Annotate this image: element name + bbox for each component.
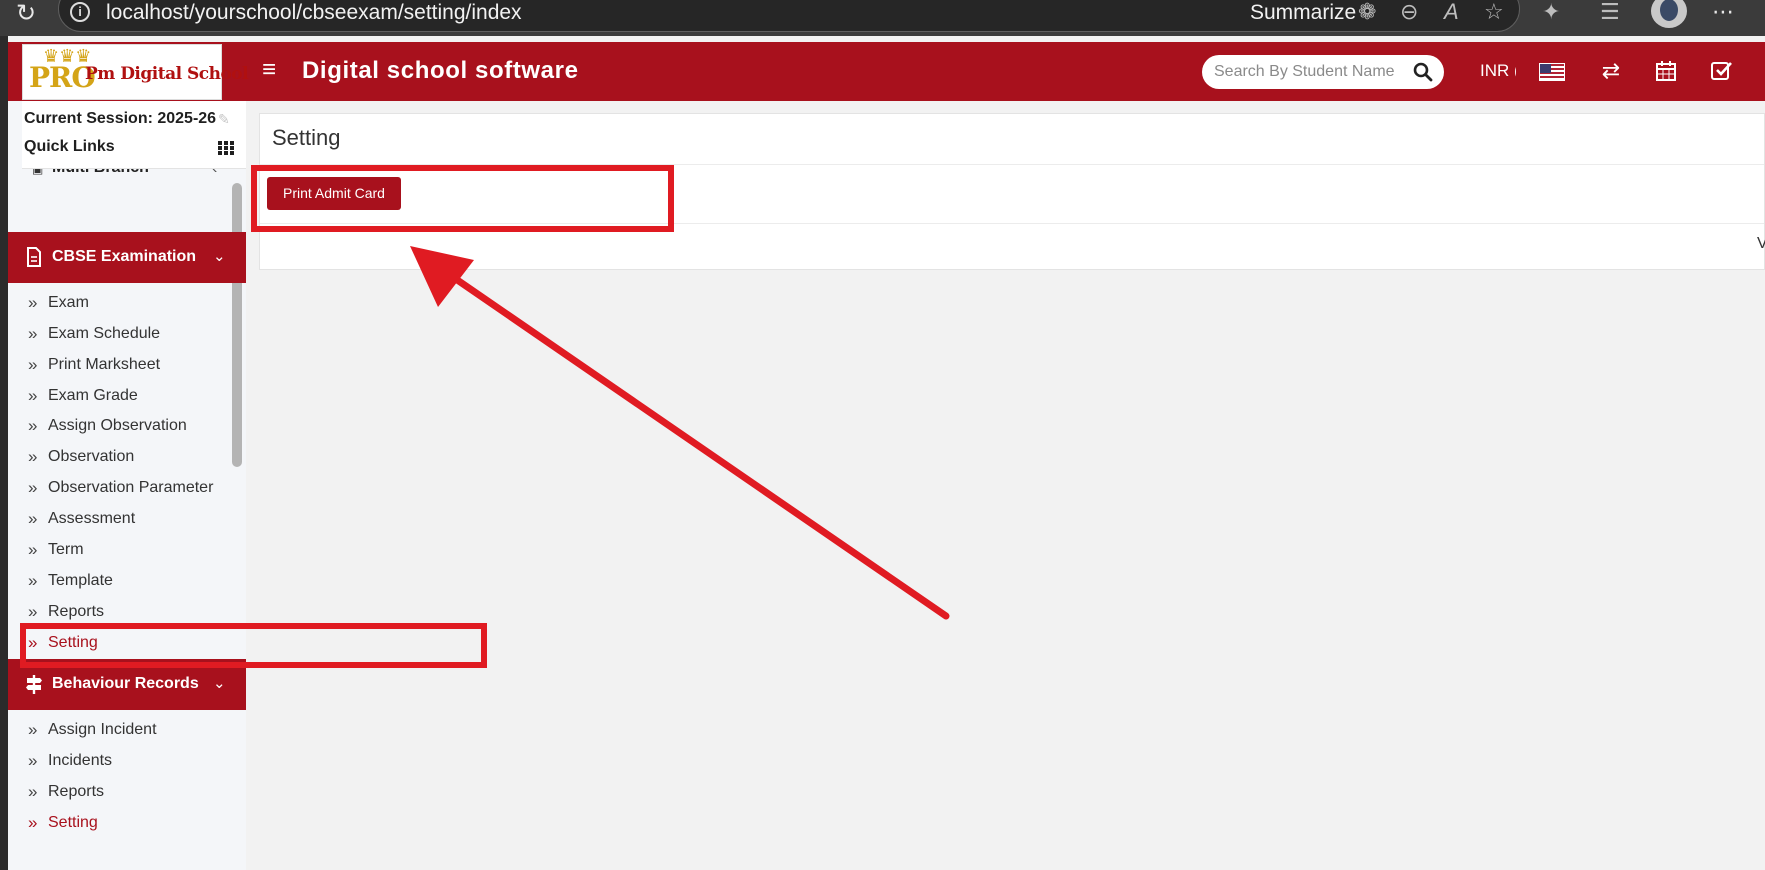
sidebar-item-assessment[interactable]: » Assessment [28, 508, 228, 532]
copilot-icon[interactable]: ❁ [1358, 0, 1376, 24]
sidebar-item-label: Reports [48, 783, 105, 800]
sidebar-item-label: Assessment [48, 510, 136, 527]
sidebar-item-multi-branch[interactable]: ▣ Multi Branch ‹ [22, 169, 232, 183]
browser-toolbar: ↻ i localhost/yourschool/cbseexam/settin… [0, 0, 1765, 36]
sidebar-item-label: Assign Observation [48, 417, 187, 434]
sidebar-item-label: Reports [48, 603, 105, 620]
sidebar-item-observation-parameter[interactable]: » Observation Parameter [28, 477, 228, 501]
sidebar-item-label: Term [48, 541, 84, 558]
sidebar-item-label: Template [48, 572, 113, 589]
sidebar-item-behaviour-setting[interactable]: » Setting [28, 812, 228, 836]
branch-icon: ▣ [32, 169, 44, 176]
sidebar-item-assign-incident[interactable]: » Assign Incident [28, 719, 228, 743]
double-chevron-icon: » [28, 293, 38, 312]
sidebar-item-label: Multi Branch [52, 169, 149, 178]
sidebar-item-term[interactable]: » Term [28, 539, 228, 563]
school-logo[interactable]: ♛♛♛ PRO Pm Digital School [22, 44, 249, 100]
top-header: ♛♛♛ PRO Pm Digital School ≡ Digital scho… [8, 42, 1765, 101]
footer-version-text: Ve [1757, 235, 1765, 252]
double-chevron-icon: » [28, 355, 38, 374]
chevron-down-icon: ⌄ [213, 675, 226, 692]
double-chevron-icon: » [28, 416, 38, 435]
sidebar-item-label: Exam Grade [48, 387, 138, 404]
double-chevron-icon: » [28, 720, 38, 739]
info-icon[interactable]: i [70, 2, 90, 22]
zoom-out-icon[interactable]: ⊖ [1400, 0, 1418, 24]
sidebar-item-template[interactable]: » Template [28, 570, 228, 594]
double-chevron-icon: » [28, 478, 38, 497]
sidebar-item-reports[interactable]: » Reports [28, 601, 228, 625]
app-viewport: ♛♛♛ PRO Pm Digital School ≡ Digital scho… [8, 36, 1765, 870]
switch-icon[interactable]: ⇄ [1598, 58, 1624, 84]
more-icon[interactable]: ⋯ [1712, 0, 1734, 24]
quick-links-label[interactable]: Quick Links [24, 137, 115, 157]
sidebar-item-label: Incidents [48, 752, 113, 769]
chevron-left-icon: ‹ [212, 169, 217, 178]
double-chevron-icon: » [28, 602, 38, 621]
session-panel: Current Session: 2025-26 ✎ Quick Links [22, 101, 246, 169]
document-icon [27, 247, 41, 267]
calendar-icon[interactable] [1653, 58, 1679, 84]
extensions-icon[interactable]: ✦ [1542, 0, 1560, 24]
sidebar-item-observation[interactable]: » Observation [28, 446, 228, 470]
favorite-star-icon[interactable]: ☆ [1484, 0, 1504, 24]
page-title: Setting [272, 125, 341, 150]
sidebar-item-label: Observation Parameter [48, 479, 214, 496]
sidebar-item-label: Print Marksheet [48, 356, 161, 373]
sidebar-item-assign-observation[interactable]: » Assign Observation [28, 415, 228, 439]
double-chevron-icon: » [28, 751, 38, 770]
annotation-box-setting-item [20, 623, 487, 668]
logo-school-name: Pm Digital School [85, 64, 249, 84]
app-title: Digital school software [302, 57, 579, 84]
double-chevron-icon: » [28, 324, 38, 343]
task-check-icon[interactable] [1708, 58, 1734, 84]
pencil-icon[interactable]: ✎ [218, 109, 230, 129]
us-flag-icon[interactable] [1539, 63, 1565, 81]
chevron-down-icon: ⌄ [213, 248, 226, 265]
summarize-button[interactable]: Summarize [1250, 0, 1356, 26]
double-chevron-icon: » [28, 447, 38, 466]
read-aloud-icon[interactable]: A [1444, 0, 1459, 24]
double-chevron-icon: » [28, 813, 38, 832]
menu-icon[interactable]: ≡ [262, 56, 276, 84]
search-icon[interactable] [1412, 61, 1434, 83]
annotation-box-print-button [251, 165, 674, 232]
url-text[interactable]: localhost/yourschool/cbseexam/setting/in… [106, 0, 522, 26]
sidebar-item-label: Exam [48, 294, 89, 311]
sidebar-item-exam-grade[interactable]: » Exam Grade [28, 385, 228, 409]
section-label: CBSE Examination [52, 248, 197, 265]
grid-icon[interactable] [218, 141, 234, 155]
profile-avatar[interactable] [1651, 0, 1687, 28]
reload-icon[interactable]: ↻ [16, 2, 36, 26]
double-chevron-icon: » [28, 540, 38, 559]
double-chevron-icon: » [28, 571, 38, 590]
sidebar-item-label: Observation [48, 448, 135, 465]
sidebar-scrollbar[interactable] [232, 183, 242, 467]
double-chevron-icon: » [28, 509, 38, 528]
double-chevron-icon: » [28, 782, 38, 801]
sidebar-item-print-marksheet[interactable]: » Print Marksheet [28, 354, 228, 378]
search-input[interactable] [1214, 60, 1404, 84]
sidebar-item-behaviour-reports[interactable]: » Reports [28, 781, 228, 805]
sidebar: ▣ Multi Branch ‹ Current Session: 2025-2… [8, 101, 246, 870]
sidebar-item-incidents[interactable]: » Incidents [28, 750, 228, 774]
sidebar-item-exam[interactable]: » Exam [28, 292, 228, 316]
double-chevron-icon: » [28, 386, 38, 405]
favorites-list-icon[interactable]: ☰ [1600, 0, 1620, 24]
sidebar-item-label: Exam Schedule [48, 325, 161, 342]
sidebar-section-cbse-examination[interactable]: CBSE Examination ⌄ [8, 232, 246, 283]
signpost-icon [26, 675, 42, 694]
current-session[interactable]: Current Session: 2025-26 [24, 109, 216, 129]
section-label: Behaviour Records [52, 675, 199, 692]
currency-selector[interactable]: INR ( [1480, 60, 1516, 82]
sidebar-item-label: Setting [48, 814, 98, 831]
sidebar-item-exam-schedule[interactable]: » Exam Schedule [28, 323, 228, 347]
search-box [1202, 55, 1444, 89]
sidebar-item-label: Assign Incident [48, 721, 157, 738]
